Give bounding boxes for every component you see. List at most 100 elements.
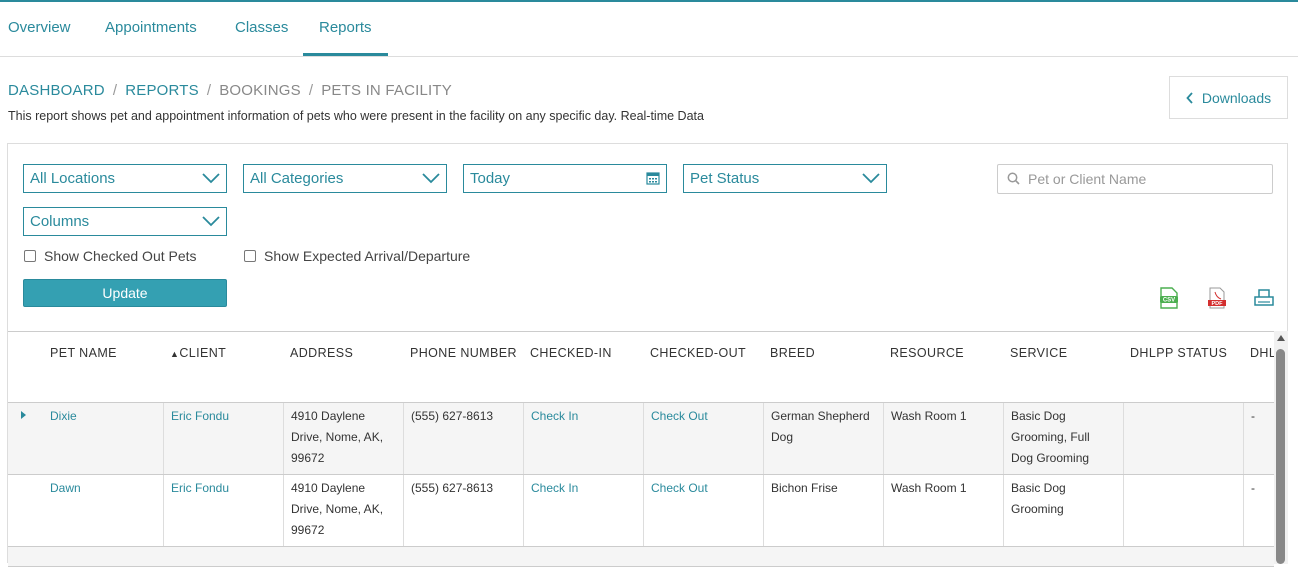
chevron-down-icon (202, 216, 220, 227)
breadcrumb: DASHBOARD / REPORTS / BOOKINGS / PETS IN FACIL… (8, 82, 452, 99)
chevron-left-icon (1186, 91, 1193, 104)
address-cell: 4910 Daylene Drive, Nome, AK, 99672 (283, 403, 403, 474)
service-cell: Basic Dog Grooming, Full Dog Grooming (1003, 403, 1123, 474)
client-cell[interactable]: Eric Fondu (163, 475, 283, 546)
date-picker-value: Today (470, 170, 511, 187)
pet-name-link[interactable]: Dawn (50, 481, 81, 495)
pet-name-link[interactable]: Dixie (50, 409, 77, 423)
locations-select-value: All Locations (30, 170, 116, 187)
chevron-down-icon (202, 173, 220, 184)
show-expected-checkbox[interactable]: Show Expected Arrival/Departure (244, 248, 470, 264)
breadcrumb-current: PETS IN FACILITY (321, 82, 452, 99)
breadcrumb-separator: / (112, 82, 118, 99)
address-line: Drive, Nome, AK, (291, 430, 384, 444)
columns-select[interactable]: Columns (23, 207, 227, 236)
breed-cell: Bichon Frise (763, 475, 883, 546)
check-in-link[interactable]: Check In (531, 481, 578, 495)
pet-status-select[interactable]: Pet Status (683, 164, 887, 193)
breadcrumb-dashboard[interactable]: DASHBOARD (8, 82, 105, 99)
breed-line: Dog (771, 430, 794, 444)
pet-name-cell[interactable]: Dixie (50, 403, 163, 474)
breadcrumb-separator: / (308, 82, 314, 99)
tab-overview[interactable]: Overview (8, 2, 71, 56)
pet-name-cell[interactable]: Dawn (50, 475, 163, 546)
categories-select-value: All Categories (250, 170, 344, 187)
column-header-pet-name[interactable]: PET NAME (50, 346, 117, 360)
expand-row-icon[interactable] (21, 411, 26, 419)
scrollbar-thumb[interactable] (1276, 349, 1285, 564)
pets-table: PET NAME ▲CLIENT ADDRESS PHONE NUMBER CH… (8, 331, 1276, 567)
scroll-up-icon[interactable] (1277, 335, 1285, 341)
breed-line: Bichon Frise (771, 481, 838, 495)
column-header-dhlpp-status[interactable]: DHLPP STATUS (1130, 346, 1227, 360)
client-link[interactable]: Eric Fondu (171, 409, 229, 423)
column-header-dhl[interactable]: DHL (1250, 346, 1276, 360)
address-line: 4910 Daylene (291, 481, 366, 495)
phone-cell: (555) 627-8613 (403, 475, 523, 546)
tab-appointments[interactable]: Appointments (105, 2, 197, 56)
report-description: This report shows pet and appointment in… (8, 109, 704, 123)
resource-cell: Wash Room 1 (883, 475, 1003, 546)
column-header-client[interactable]: ▲CLIENT (170, 346, 226, 360)
service-line: Grooming (1011, 502, 1064, 516)
dhl-cell: - (1243, 403, 1274, 474)
checkbox-box[interactable] (24, 250, 36, 262)
pdf-icon[interactable]: PDF (1206, 287, 1228, 309)
print-icon[interactable] (1253, 287, 1275, 309)
table-row[interactable] (8, 547, 1274, 567)
search-input[interactable]: Pet or Client Name (997, 164, 1273, 194)
column-header-checked-out[interactable]: CHECKED-OUT (650, 346, 746, 360)
downloads-button[interactable]: Downloads (1169, 76, 1288, 119)
check-in-link[interactable]: Check In (531, 409, 578, 423)
table-row[interactable]: Dixie Eric Fondu 4910 Daylene Drive, Nom… (8, 403, 1274, 475)
service-line: Dog Grooming (1011, 451, 1090, 465)
show-expected-label: Show Expected Arrival/Departure (264, 248, 471, 264)
tab-reports[interactable]: Reports (303, 2, 388, 56)
update-button[interactable]: Update (23, 279, 227, 307)
address-line: 99672 (291, 451, 325, 465)
column-header-service[interactable]: SERVICE (1010, 346, 1067, 360)
client-link[interactable]: Eric Fondu (171, 481, 229, 495)
csv-label: CSV (1163, 298, 1175, 304)
checked-out-cell[interactable]: Check Out (643, 475, 763, 546)
column-header-client-label: CLIENT (179, 346, 227, 360)
categories-select[interactable]: All Categories (243, 164, 447, 193)
service-line: Basic Dog (1011, 409, 1066, 423)
locations-select[interactable]: All Locations (23, 164, 227, 193)
check-out-link[interactable]: Check Out (651, 481, 708, 495)
address-line: Drive, Nome, AK, (291, 502, 384, 516)
pet-status-select-value: Pet Status (690, 170, 760, 187)
checked-in-cell[interactable]: Check In (523, 403, 643, 474)
address-cell: 4910 Daylene Drive, Nome, AK, 99672 (283, 475, 403, 546)
resource-cell: Wash Room 1 (883, 403, 1003, 474)
check-out-link[interactable]: Check Out (651, 409, 708, 423)
table-scrollbar[interactable] (1274, 331, 1288, 564)
csv-icon[interactable]: CSV (1158, 287, 1180, 309)
address-line: 99672 (291, 523, 325, 537)
column-header-resource[interactable]: RESOURCE (890, 346, 964, 360)
checkbox-box[interactable] (244, 250, 256, 262)
column-header-address[interactable]: ADDRESS (290, 346, 353, 360)
breed-line: German Shepherd (771, 409, 870, 423)
checked-in-cell[interactable]: Check In (523, 475, 643, 546)
show-checked-out-checkbox[interactable]: Show Checked Out Pets (24, 248, 197, 264)
table-row[interactable]: Dawn Eric Fondu 4910 Daylene Drive, Nome… (8, 475, 1274, 547)
column-header-breed[interactable]: BREED (770, 346, 815, 360)
report-panel: All Locations All Categories Today Pet S… (7, 143, 1288, 567)
column-header-checked-in[interactable]: CHECKED-IN (530, 346, 612, 360)
date-picker[interactable]: Today (463, 164, 667, 193)
dhlpp-status-cell (1123, 403, 1243, 474)
column-header-phone[interactable]: PHONE NUMBER (410, 346, 517, 360)
main-tabs: Overview Appointments Classes Reports (0, 2, 1298, 57)
columns-select-value: Columns (30, 213, 90, 230)
service-line: Basic Dog (1011, 481, 1066, 495)
client-cell[interactable]: Eric Fondu (163, 403, 283, 474)
service-cell: Basic Dog Grooming (1003, 475, 1123, 546)
breadcrumb-bookings[interactable]: BOOKINGS (219, 82, 301, 99)
checked-out-cell[interactable]: Check Out (643, 403, 763, 474)
tab-classes[interactable]: Classes (235, 2, 288, 56)
breadcrumb-reports[interactable]: REPORTS (125, 82, 199, 99)
address-line: 4910 Daylene (291, 409, 366, 423)
dhlpp-status-cell (1123, 475, 1243, 546)
search-placeholder: Pet or Client Name (1028, 171, 1147, 187)
